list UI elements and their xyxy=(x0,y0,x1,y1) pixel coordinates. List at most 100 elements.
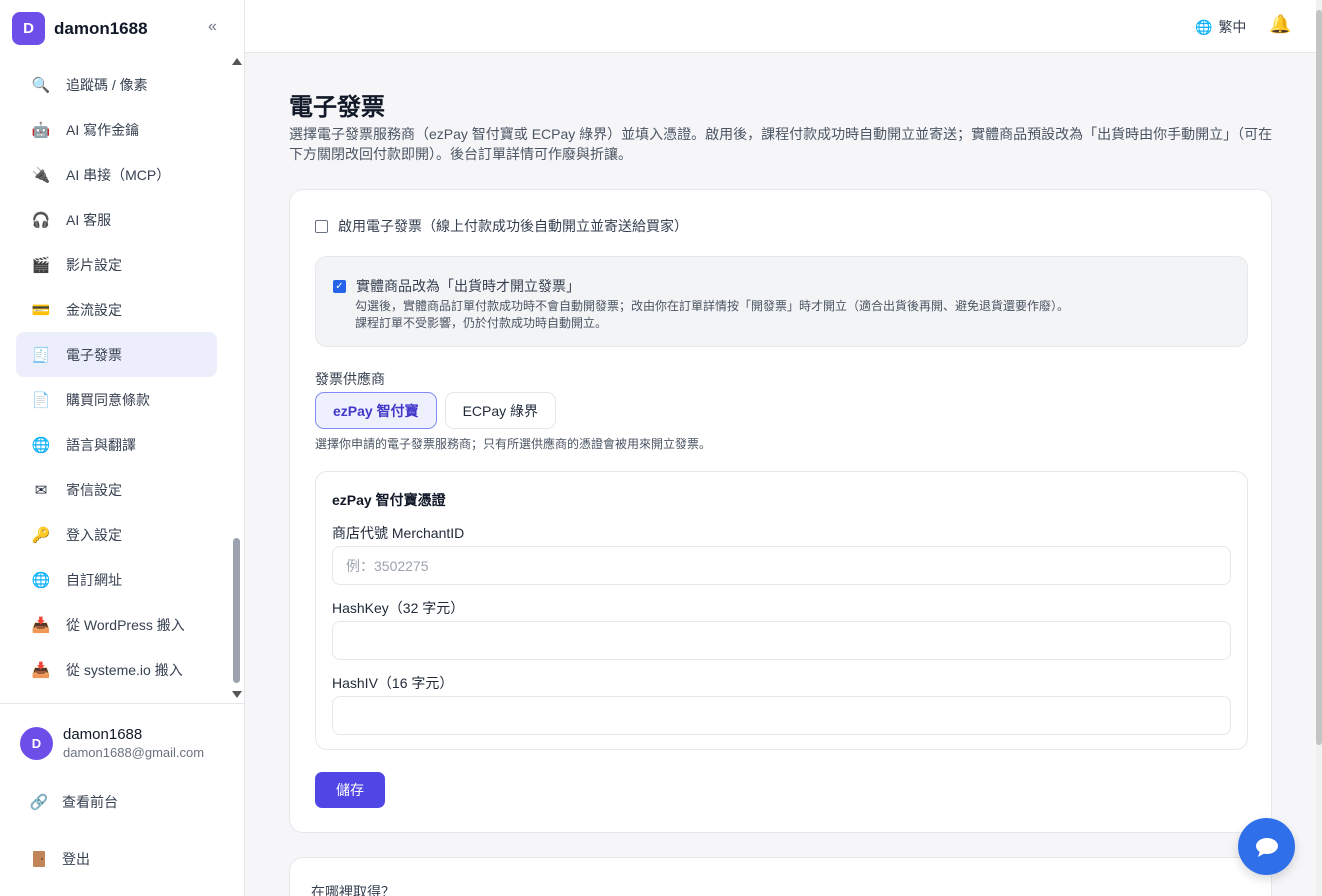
globe-icon: 🌐 xyxy=(1195,18,1213,35)
sidebar-item-ai-mcp[interactable]: 🔌 AI 串接（MCP） xyxy=(16,152,217,197)
user-name: damon1688 xyxy=(63,726,143,743)
sidebar: D damon1688 « 🔍 追蹤碼 / 像素 🤖 AI 寫作金鑰 🔌 AI … xyxy=(0,0,245,896)
sidebar-item-label: 購買同意條款 xyxy=(66,391,150,408)
bell-icon[interactable]: 🔔 xyxy=(1269,14,1291,35)
credentials-title: ezPay 智付寶憑證 xyxy=(332,492,446,508)
physical-goods-option-box: ✓ 實體商品改為「出貨時才開立發票」 勾選後，實體商品訂單付款成功時不會自動開發… xyxy=(315,256,1248,347)
save-button[interactable]: 儲存 xyxy=(315,772,385,808)
globe-icon: 🌐 xyxy=(31,571,51,589)
plug-icon: 🔌 xyxy=(31,166,51,184)
sidebar-item-label: 自訂網址 xyxy=(66,571,122,588)
enable-invoice-checkbox-row[interactable]: 啟用電子發票（線上付款成功後自動開立並寄送給買家） xyxy=(315,216,688,236)
sidebar-item-import-systeme[interactable]: 📥 從 systeme.io 搬入 xyxy=(16,647,217,692)
credentials-box: ezPay 智付寶憑證 商店代號 MerchantID 例：3502275 Ha… xyxy=(315,471,1248,750)
hashkey-input[interactable] xyxy=(332,621,1231,660)
sidebar-item-label: AI 串接（MCP） xyxy=(66,166,171,183)
sidebar-item-language[interactable]: 🌐 語言與翻譯 xyxy=(16,422,217,467)
hashkey-label: HashKey（32 字元） xyxy=(332,600,465,616)
view-frontend-link[interactable]: 🔗 查看前台 xyxy=(28,791,118,813)
sidebar-item-label: 登入設定 xyxy=(66,526,122,543)
sidebar-item-import-wordpress[interactable]: 📥 從 WordPress 搬入 xyxy=(16,602,217,647)
where-to-get-card: 在哪裡取得？ xyxy=(289,857,1272,896)
physical-goods-hint: 勾選後，實體商品訂單付款成功時不會自動開發票；改由你在訂單詳情按「開發票」時才開… xyxy=(355,298,1069,332)
sidebar-scroll-thumb[interactable] xyxy=(233,538,240,683)
enable-invoice-label: 啟用電子發票（線上付款成功後自動開立並寄送給買家） xyxy=(338,218,688,234)
hashiv-input[interactable] xyxy=(332,696,1231,735)
document-icon: 📄 xyxy=(31,391,51,409)
sidebar-item-ai-writing-key[interactable]: 🤖 AI 寫作金鑰 xyxy=(16,107,217,152)
where-to-get-title: 在哪裡取得？ xyxy=(311,884,395,896)
brand-name: damon1688 xyxy=(54,18,148,38)
sidebar-item-login[interactable]: 🔑 登入設定 xyxy=(16,512,217,557)
sidebar-item-email[interactable]: ✉ 寄信設定 xyxy=(16,467,217,512)
physical-goods-hint-line: 課程訂單不受影響，仍於付款成功時自動開立。 xyxy=(355,316,608,330)
user-email: damon1688@gmail.com xyxy=(63,745,205,760)
chat-bubble-icon xyxy=(1255,837,1278,857)
physical-goods-checkbox[interactable]: ✓ xyxy=(333,279,346,293)
user-profile[interactable]: D damon1688 damon1688@gmail.com xyxy=(20,726,204,760)
clapperboard-icon: 🎬 xyxy=(31,256,51,274)
chat-button[interactable] xyxy=(1238,818,1295,875)
logout-label: 登出 xyxy=(62,851,90,867)
receipt-icon: 🧾 xyxy=(31,346,51,364)
merchant-id-input[interactable]: 例：3502275 xyxy=(332,546,1231,585)
sidebar-item-tracking[interactable]: 🔍 追蹤碼 / 像素 xyxy=(16,62,217,107)
globe-icon: 🌐 xyxy=(31,436,51,454)
provider-ezpay-button[interactable]: ezPay 智付寶 xyxy=(315,392,437,429)
import-tray-icon: 📥 xyxy=(31,616,51,634)
avatar: D xyxy=(20,726,53,760)
page-scroll-thumb[interactable] xyxy=(1316,10,1322,745)
sidebar-item-label: 語言與翻譯 xyxy=(66,436,136,453)
collapse-sidebar-icon[interactable]: « xyxy=(208,18,217,36)
sidebar-item-ai-support[interactable]: 🎧 AI 客服 xyxy=(16,197,217,242)
page-title: 電子發票 xyxy=(289,94,385,121)
brand-logo: D xyxy=(12,12,45,45)
provider-selector: ezPay 智付寶 ECPay 綠界 xyxy=(315,392,564,429)
topbar: 🌐 繁中 🔔 xyxy=(245,0,1316,53)
merchant-id-label: 商店代號 MerchantID xyxy=(332,525,465,541)
physical-goods-hint-line: 勾選後，實體商品訂單付款成功時不會自動開發票；改由你在訂單詳情按「開發票」時才開… xyxy=(355,299,1070,313)
scroll-down-arrow-icon[interactable] xyxy=(232,691,242,698)
sidebar-item-label: 追蹤碼 / 像素 xyxy=(66,76,148,93)
provider-ecpay-button[interactable]: ECPay 綠界 xyxy=(444,392,557,429)
sidebar-item-label: 電子發票 xyxy=(66,346,122,363)
sidebar-item-label: 寄信設定 xyxy=(66,481,122,498)
divider xyxy=(0,703,245,704)
import-tray-icon: 📥 xyxy=(31,661,51,679)
sidebar-item-payment[interactable]: 💳 金流設定 xyxy=(16,287,217,332)
link-icon: 🔗 xyxy=(29,794,49,811)
physical-goods-label: 實體商品改為「出貨時才開立發票」 xyxy=(356,278,580,294)
sidebar-item-custom-domain[interactable]: 🌐 自訂網址 xyxy=(16,557,217,602)
scroll-up-arrow-icon[interactable] xyxy=(232,58,242,65)
enable-invoice-checkbox[interactable] xyxy=(315,219,328,233)
sidebar-item-label: AI 寫作金鑰 xyxy=(66,121,140,138)
invoice-settings-card: 啟用電子發票（線上付款成功後自動開立並寄送給買家） ✓ 實體商品改為「出貨時才開… xyxy=(289,189,1272,833)
key-icon: 🔑 xyxy=(31,526,51,544)
sidebar-item-label: 從 WordPress 搬入 xyxy=(66,616,185,633)
logout-link[interactable]: 登出 xyxy=(28,848,90,870)
sidebar-item-purchase-terms[interactable]: 📄 購買同意條款 xyxy=(16,377,217,422)
envelope-icon: ✉ xyxy=(34,481,48,499)
view-frontend-label: 查看前台 xyxy=(62,794,118,810)
door-icon xyxy=(28,848,50,870)
sidebar-item-video[interactable]: 🎬 影片設定 xyxy=(16,242,217,287)
sidebar-nav: 🔍 追蹤碼 / 像素 🤖 AI 寫作金鑰 🔌 AI 串接（MCP） 🎧 AI 客… xyxy=(16,62,217,698)
language-switcher[interactable]: 🌐 繁中 xyxy=(1195,17,1246,37)
sidebar-item-label: 從 systeme.io 搬入 xyxy=(66,661,183,678)
brand[interactable]: D damon1688 xyxy=(12,12,148,45)
tracking-icon: 🔍 xyxy=(31,76,51,94)
sidebar-item-label: AI 客服 xyxy=(66,211,112,228)
headphones-icon: 🎧 xyxy=(31,211,51,229)
provider-hint: 選擇你申請的電子發票服務商；只有所選供應商的憑證會被用來開立發票。 xyxy=(315,437,712,451)
language-label: 繁中 xyxy=(1218,19,1247,35)
sidebar-item-e-invoice[interactable]: 🧾 電子發票 xyxy=(16,332,217,377)
robot-icon: 🤖 xyxy=(31,121,51,139)
hashiv-label: HashIV（16 字元） xyxy=(332,675,454,691)
credit-card-icon: 💳 xyxy=(31,301,51,319)
page-description: 選擇電子發票服務商（ezPay 智付寶或 ECPay 綠界）並填入憑證。啟用後，… xyxy=(289,126,1273,162)
page-scrollbar[interactable] xyxy=(1316,0,1322,896)
physical-goods-checkbox-row[interactable]: ✓ 實體商品改為「出貨時才開立發票」 xyxy=(333,276,580,296)
sidebar-scrollbar[interactable] xyxy=(230,58,244,700)
provider-label: 發票供應商 xyxy=(315,371,385,387)
sidebar-item-label: 金流設定 xyxy=(66,301,122,318)
